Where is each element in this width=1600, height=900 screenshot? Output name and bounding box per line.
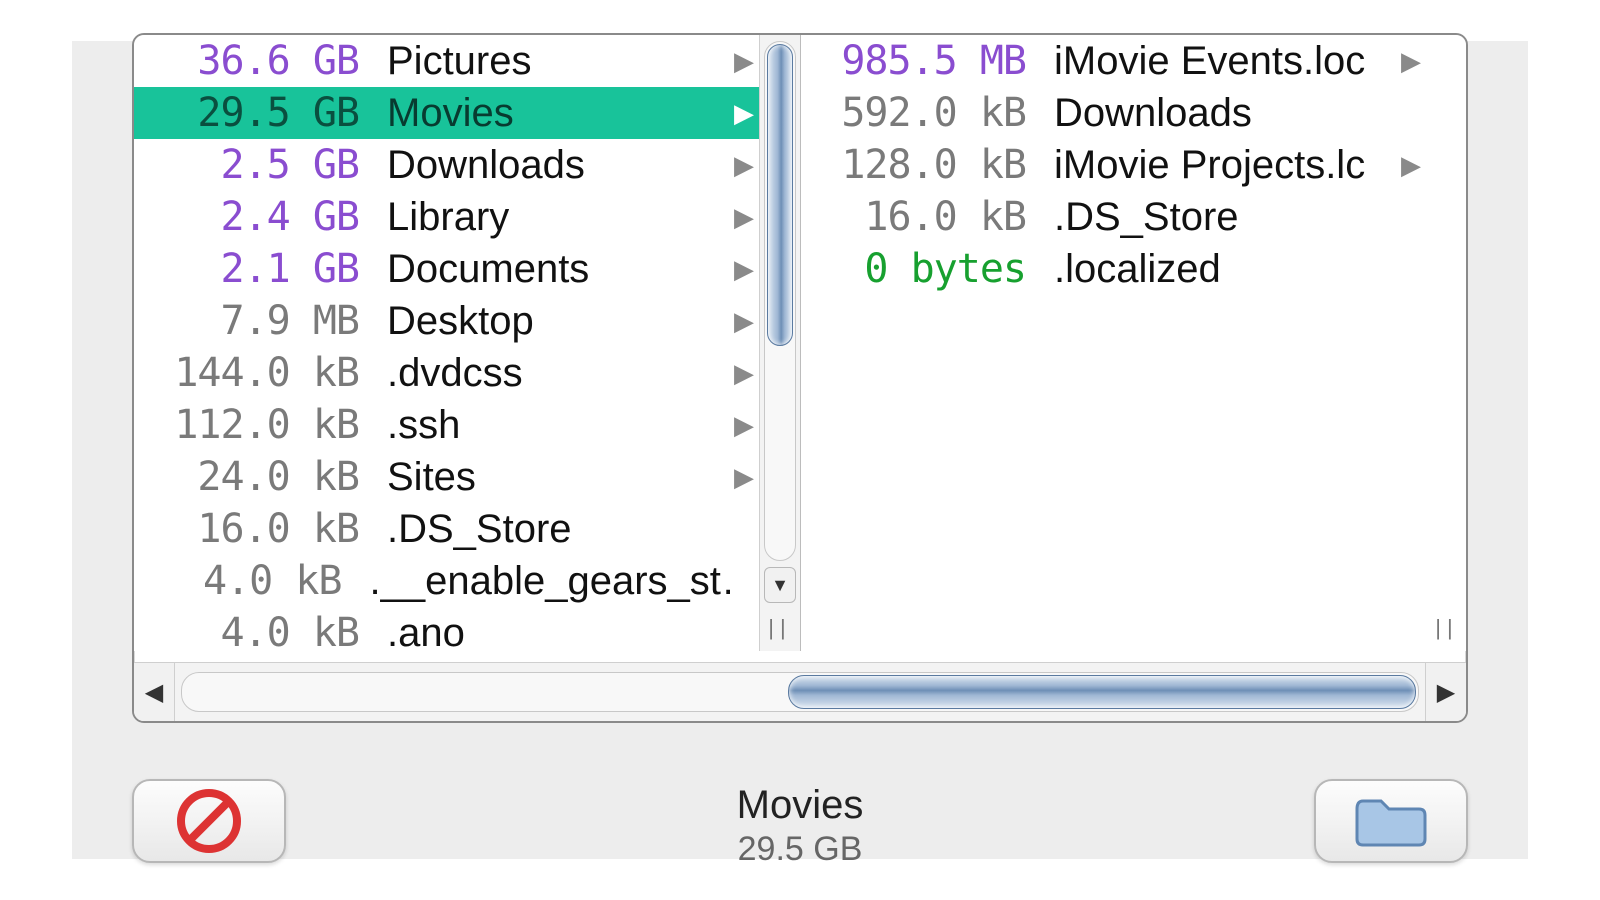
item-size: 16.0 kB <box>801 191 1026 243</box>
disclosure-arrow-icon: ▶ <box>1395 139 1427 191</box>
list-item[interactable]: 2.1 GBDocuments ▶ <box>134 243 760 295</box>
list-item[interactable]: 4.0 kB.ano <box>134 607 760 651</box>
item-name: .ano <box>359 607 465 651</box>
item-size: 29.5 GB <box>134 87 359 139</box>
item-size: 16.0 kB <box>134 503 359 555</box>
list-item[interactable]: 29.5 GBMovies ▶ <box>134 87 760 139</box>
item-size: 128.0 kB <box>801 139 1026 191</box>
item-name: Downloads <box>1026 87 1252 139</box>
item-name: .DS_Store <box>1026 191 1239 243</box>
disclosure-arrow-icon: ▶ <box>728 35 760 87</box>
list-item[interactable]: 36.6 GBPictures ▶ <box>134 35 760 87</box>
item-name: .DS_Store <box>359 503 572 555</box>
item-name: Downloads <box>359 139 585 191</box>
list-item[interactable]: 2.4 GBLibrary ▶ <box>134 191 760 243</box>
item-name: Sites <box>359 451 476 503</box>
item-size: 2.4 GB <box>134 191 359 243</box>
item-name: .__enable_gears_st… <box>342 555 731 607</box>
list-item[interactable]: 112.0 kB.ssh ▶ <box>134 399 760 451</box>
folder-icon <box>1351 791 1431 851</box>
disclosure-arrow-icon: ▶ <box>728 139 760 191</box>
selection-size: 29.5 GB <box>286 830 1314 869</box>
item-size: 4.0 kB <box>134 555 342 607</box>
no-entry-icon <box>174 786 244 856</box>
file-browser: 36.6 GBPictures▶29.5 GBMovies▶2.5 GBDown… <box>132 33 1468 723</box>
scroll-left-button[interactable]: ◀ <box>134 663 175 721</box>
item-size: 144.0 kB <box>134 347 359 399</box>
column-left: 36.6 GBPictures▶29.5 GBMovies▶2.5 GBDown… <box>134 35 801 651</box>
scroll-right-button[interactable]: ▶ <box>1425 663 1466 721</box>
selection-summary: Movies 29.5 GB <box>286 779 1314 869</box>
item-name: iMovie Projects.lc <box>1026 139 1365 191</box>
item-name: Library <box>359 191 509 243</box>
horizontal-scrollbar[interactable]: ◀ ▶ <box>134 662 1466 721</box>
reveal-in-finder-button[interactable] <box>1314 779 1468 863</box>
item-size: 0 bytes <box>801 243 1026 295</box>
item-size: 592.0 kB <box>801 87 1026 139</box>
disclosure-arrow-icon: ▶ <box>728 191 760 243</box>
list-item[interactable]: 985.5 MBiMovie Events.loc ▶ <box>801 35 1427 87</box>
item-size: 2.1 GB <box>134 243 359 295</box>
list-item[interactable]: 7.9 MBDesktop ▶ <box>134 295 760 347</box>
column-right: 985.5 MBiMovie Events.loc▶592.0 kBDownlo… <box>801 35 1467 651</box>
item-name: iMovie Events.loc <box>1026 35 1365 87</box>
item-name: Movies <box>359 87 514 139</box>
selection-name: Movies <box>286 783 1314 828</box>
column-resize-handle[interactable]: || <box>1435 613 1459 643</box>
disclosure-arrow-icon: ▶ <box>1395 35 1427 87</box>
item-size: 7.9 MB <box>134 295 359 347</box>
item-size: 24.0 kB <box>134 451 359 503</box>
list-item[interactable]: 4.0 kB.__enable_gears_st… <box>134 555 760 607</box>
disclosure-arrow-icon: ▶ <box>728 243 760 295</box>
column-left-list[interactable]: 36.6 GBPictures▶29.5 GBMovies▶2.5 GBDown… <box>134 35 760 651</box>
list-item[interactable]: 16.0 kB.DS_Store <box>134 503 760 555</box>
disclosure-arrow-icon: ▶ <box>728 451 760 503</box>
scrollbar-track[interactable] <box>764 41 796 561</box>
disclosure-arrow-icon: ▶ <box>728 399 760 451</box>
item-name: .localized <box>1026 243 1221 295</box>
item-name: .dvdcss <box>359 347 523 399</box>
right-vertical-scrollbar[interactable]: || <box>1427 35 1467 651</box>
item-size: 985.5 MB <box>801 35 1026 87</box>
disclosure-arrow-icon: ▶ <box>728 295 760 347</box>
disclosure-arrow-icon: ▶ <box>728 87 760 139</box>
item-name: Desktop <box>359 295 534 347</box>
item-name: Pictures <box>359 35 532 87</box>
disclosure-arrow-icon: ▶ <box>728 347 760 399</box>
hscroll-track[interactable] <box>181 672 1419 712</box>
list-item[interactable]: 2.5 GBDownloads ▶ <box>134 139 760 191</box>
left-vertical-scrollbar[interactable]: ▼ || <box>759 35 800 651</box>
item-size: 112.0 kB <box>134 399 359 451</box>
delete-button[interactable] <box>132 779 286 863</box>
item-name: Documents <box>359 243 589 295</box>
scrollbar-thumb[interactable] <box>767 44 793 346</box>
item-size: 36.6 GB <box>134 35 359 87</box>
column-resize-handle[interactable]: || <box>768 613 792 643</box>
column-right-list[interactable]: 985.5 MBiMovie Events.loc▶592.0 kBDownlo… <box>801 35 1427 651</box>
list-item[interactable]: 144.0 kB.dvdcss ▶ <box>134 347 760 399</box>
item-size: 2.5 GB <box>134 139 359 191</box>
column-view: 36.6 GBPictures▶29.5 GBMovies▶2.5 GBDown… <box>134 35 1466 651</box>
item-name: .ssh <box>359 399 460 451</box>
list-item[interactable]: 592.0 kBDownloads <box>801 87 1427 139</box>
scroll-down-button[interactable]: ▼ <box>764 567 796 603</box>
list-item[interactable]: 24.0 kBSites ▶ <box>134 451 760 503</box>
list-item[interactable]: 0 bytes.localized <box>801 243 1427 295</box>
list-item[interactable]: 128.0 kBiMovie Projects.lc ▶ <box>801 139 1427 191</box>
hscroll-thumb[interactable] <box>788 675 1416 709</box>
item-size: 4.0 kB <box>134 607 359 651</box>
footer-bar: Movies 29.5 GB <box>132 779 1468 869</box>
list-item[interactable]: 16.0 kB.DS_Store <box>801 191 1427 243</box>
